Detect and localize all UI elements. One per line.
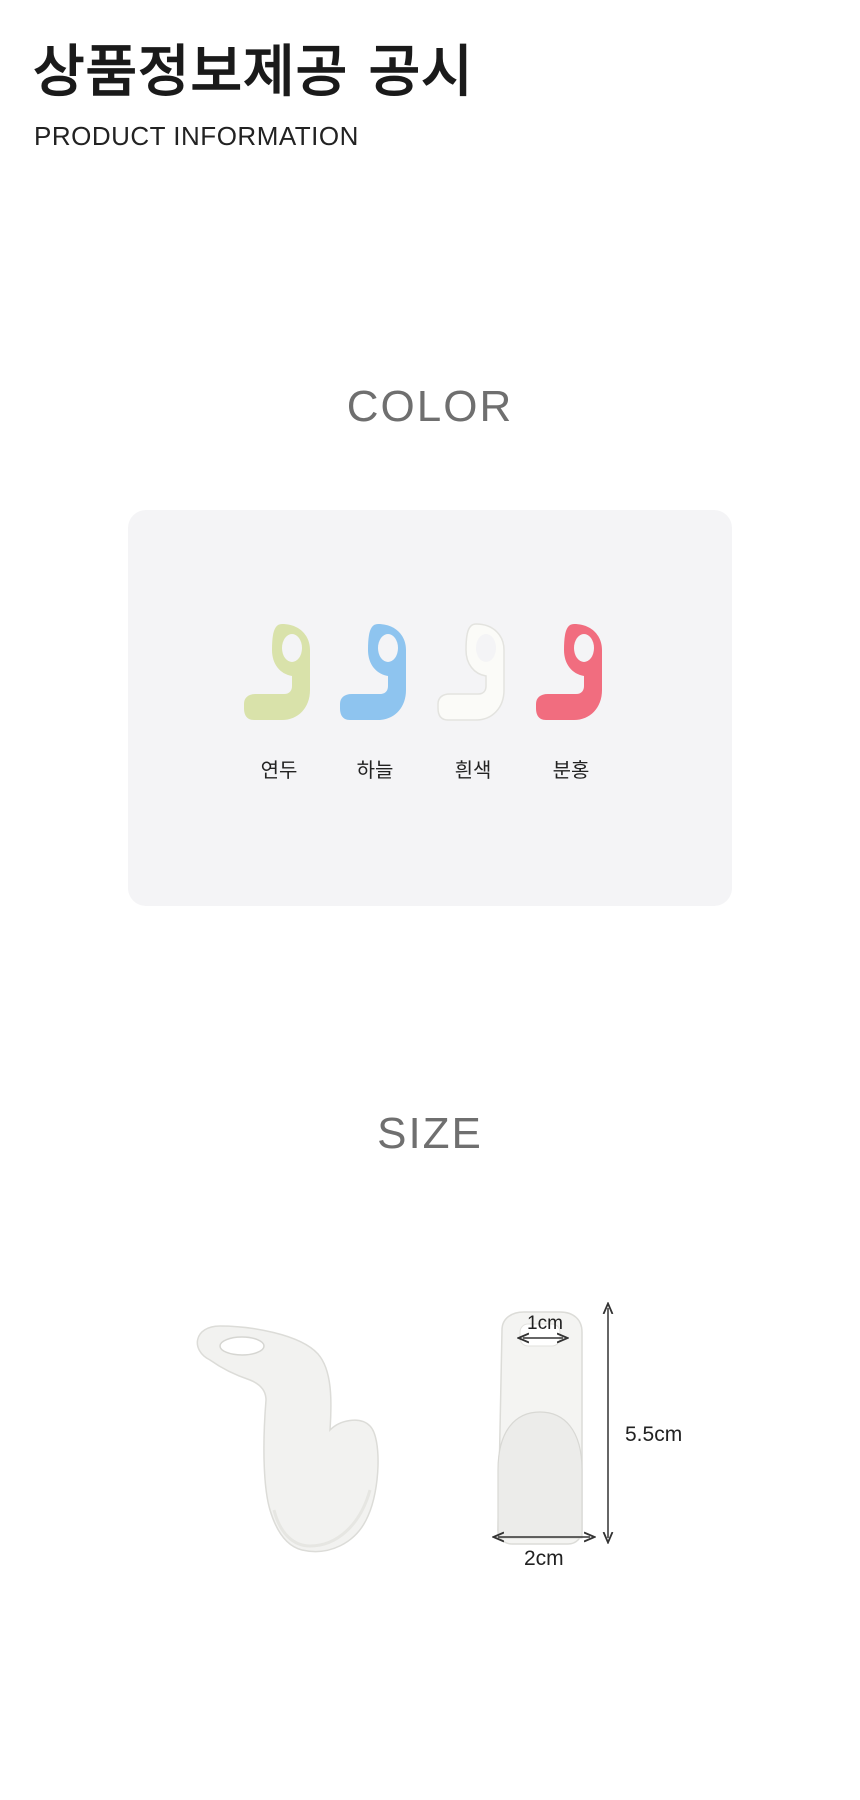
page-subtitle: PRODUCT INFORMATION (34, 121, 359, 151)
hook-shape (536, 624, 602, 720)
hook-shape (340, 624, 406, 720)
swatch-label-white: 흰색 (454, 758, 492, 782)
hole-width-label: 1cm (527, 1313, 563, 1334)
hook-shape (244, 624, 310, 720)
hook-swatch-pink (534, 620, 608, 730)
size-heading: SIZE (377, 1109, 483, 1158)
page-title: 상품정보제공 공시 (33, 40, 474, 105)
swatch-label-pink: 분홍 (552, 758, 590, 782)
color-panel: 연두 하늘 흰색 분홍 (128, 510, 732, 906)
hook-swatch-white (436, 620, 510, 730)
hook-shape (437, 623, 505, 721)
hook-swatch-green (242, 620, 316, 730)
width-label: 2cm (524, 1547, 564, 1570)
height-label: 5.5cm (625, 1423, 683, 1446)
swatch-label-skyblue: 하늘 (356, 758, 394, 782)
size-illustration: 1cm 5.5cm 2cm (0, 1290, 860, 1590)
color-heading: COLOR (346, 382, 514, 431)
dimension-lines (0, 1290, 860, 1590)
swatch-label-green: 연두 (260, 758, 298, 782)
hook-swatch-skyblue (338, 620, 412, 730)
